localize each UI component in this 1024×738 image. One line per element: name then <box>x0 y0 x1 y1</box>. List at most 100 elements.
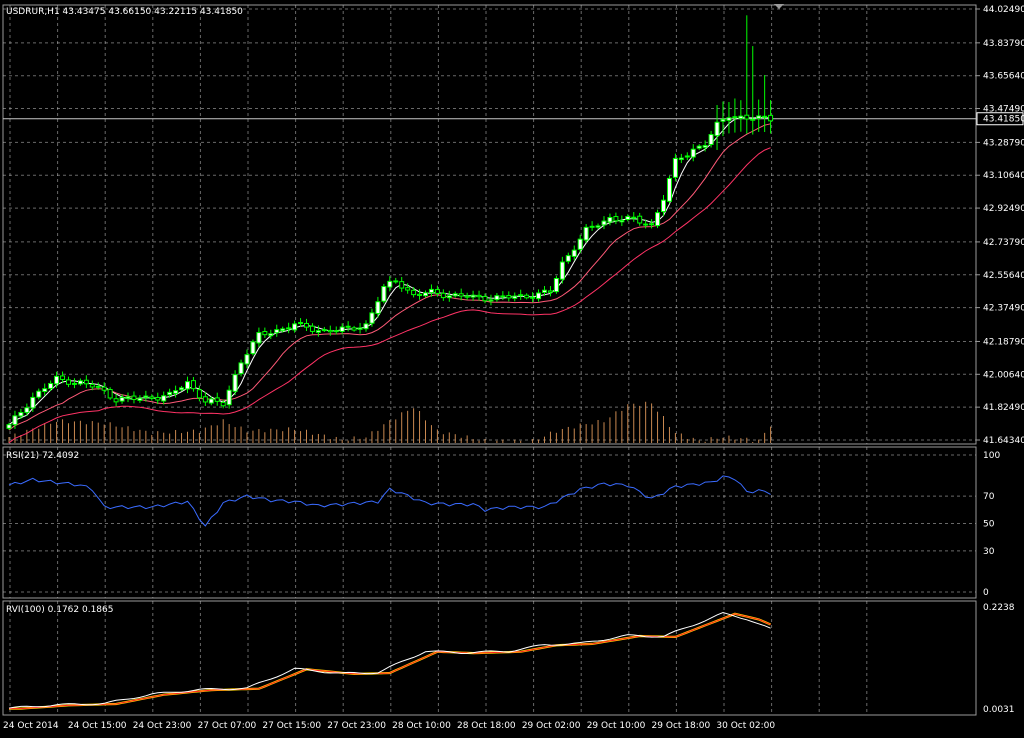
main-y-tick-label: 43.65640 <box>983 72 1024 82</box>
rsi-y-tick-label: 0 <box>983 588 989 598</box>
candle-body <box>66 379 71 385</box>
candle-body <box>131 395 137 401</box>
candle-body <box>113 398 119 403</box>
candle-body <box>268 333 274 337</box>
candle-body <box>655 212 661 227</box>
candle-body <box>315 330 321 333</box>
rvi-y-tick-label: 0.2238 <box>983 603 1015 613</box>
candle-body <box>262 331 268 336</box>
shift-marker <box>774 4 784 9</box>
x-tick-label: 24 Oct 2014 <box>3 721 59 731</box>
candle-body <box>196 389 202 399</box>
candle-body <box>48 383 54 389</box>
x-tick-label: 24 Oct 15:00 <box>68 721 127 731</box>
candle-body <box>274 329 280 334</box>
candle-body <box>500 295 506 298</box>
main-y-tick-label: 42.73790 <box>983 238 1024 248</box>
main-y-tick-label: 42.92490 <box>983 204 1024 214</box>
candle-body <box>155 396 161 401</box>
main-y-tick-label: 41.64340 <box>983 436 1024 446</box>
candle-body <box>351 327 357 331</box>
candle-body <box>54 375 60 385</box>
candle-body <box>167 391 173 396</box>
candle-body <box>345 325 351 328</box>
candle-body <box>214 397 220 402</box>
candle-body <box>309 325 315 332</box>
main-y-tick-label: 42.18790 <box>983 337 1024 347</box>
candle-body <box>107 389 113 399</box>
candle-body <box>6 424 12 429</box>
candle-body <box>83 379 89 385</box>
x-tick-label: 27 Oct 15:00 <box>262 721 321 731</box>
rsi-y-tick-label: 70 <box>983 492 995 502</box>
candle-body <box>553 277 559 293</box>
candle-body <box>339 326 345 332</box>
candle-body <box>321 329 327 332</box>
x-tick-label: 27 Oct 07:00 <box>198 721 257 731</box>
candle-body <box>357 327 363 330</box>
candle-body <box>232 374 238 392</box>
candle-body <box>71 382 77 385</box>
panel-frame-0 <box>2 4 977 445</box>
x-tick-label: 24 Oct 23:00 <box>133 721 192 731</box>
x-tick-label: 28 Oct 10:00 <box>392 721 451 731</box>
candle-body <box>619 219 625 223</box>
candle-body <box>161 395 167 402</box>
candle-body <box>119 397 125 402</box>
rsi-y-tick-label: 50 <box>983 520 995 530</box>
candle-body <box>440 292 446 299</box>
x-tick-label: 29 Oct 18:00 <box>652 721 711 731</box>
main-y-tick-label: 42.00640 <box>983 370 1024 380</box>
candle-body <box>726 117 732 121</box>
candle-body <box>411 289 417 296</box>
candle-body <box>185 381 190 390</box>
candle-body <box>732 116 738 119</box>
candle-body <box>405 287 411 291</box>
candle-body <box>292 323 298 331</box>
candle-body <box>30 396 36 409</box>
candle-body <box>696 145 702 149</box>
ma-fast-line <box>8 117 771 426</box>
candle-layer <box>6 15 774 430</box>
rsi-panel-title: RSI(21) 72.4092 <box>6 451 79 461</box>
rvi-signal-line <box>9 613 771 710</box>
candle-body <box>601 220 607 226</box>
candle-body <box>595 225 601 228</box>
candle-body <box>363 323 369 330</box>
rvi-fill-line <box>9 612 772 710</box>
candle-body <box>137 397 143 401</box>
main-y-tick-label: 42.37490 <box>983 304 1024 314</box>
rvi-y-tick-label: 0.0031 <box>983 705 1015 715</box>
main-y-tick-label: 43.28790 <box>983 138 1024 148</box>
candle-body <box>536 292 542 300</box>
candle-body <box>547 290 553 293</box>
candle-body <box>583 226 589 241</box>
candle-body <box>250 341 256 355</box>
candle-body <box>298 322 304 325</box>
candle-body <box>202 396 208 403</box>
candle-body <box>101 386 107 391</box>
candle-body <box>720 118 726 122</box>
candle-body <box>393 280 399 283</box>
candle-body <box>476 294 482 298</box>
candle-body <box>708 134 714 145</box>
candle-body <box>423 292 428 297</box>
candle-body <box>625 216 631 220</box>
candle-body <box>95 385 101 388</box>
panel-frame-1 <box>2 446 977 599</box>
candle-body <box>387 280 393 288</box>
candle-body <box>381 286 387 302</box>
candle-body <box>643 223 649 226</box>
candle-body <box>506 295 512 299</box>
main-y-tick-label: 43.10640 <box>983 171 1024 181</box>
main-y-tick-label: 42.55640 <box>983 271 1024 281</box>
main-panel-title: USDRUR,H1 43.43475 43.66150 43.22115 43.… <box>6 7 243 17</box>
chart-svg: 44.0249043.8379043.6564043.4749043.28790… <box>2 4 1024 731</box>
candle-body <box>762 115 768 118</box>
candle-body <box>565 255 571 262</box>
candle-body <box>678 157 684 161</box>
rsi-layer <box>8 475 771 527</box>
candle-body <box>714 121 720 137</box>
candle-body <box>690 148 696 158</box>
candle-body <box>280 328 286 332</box>
